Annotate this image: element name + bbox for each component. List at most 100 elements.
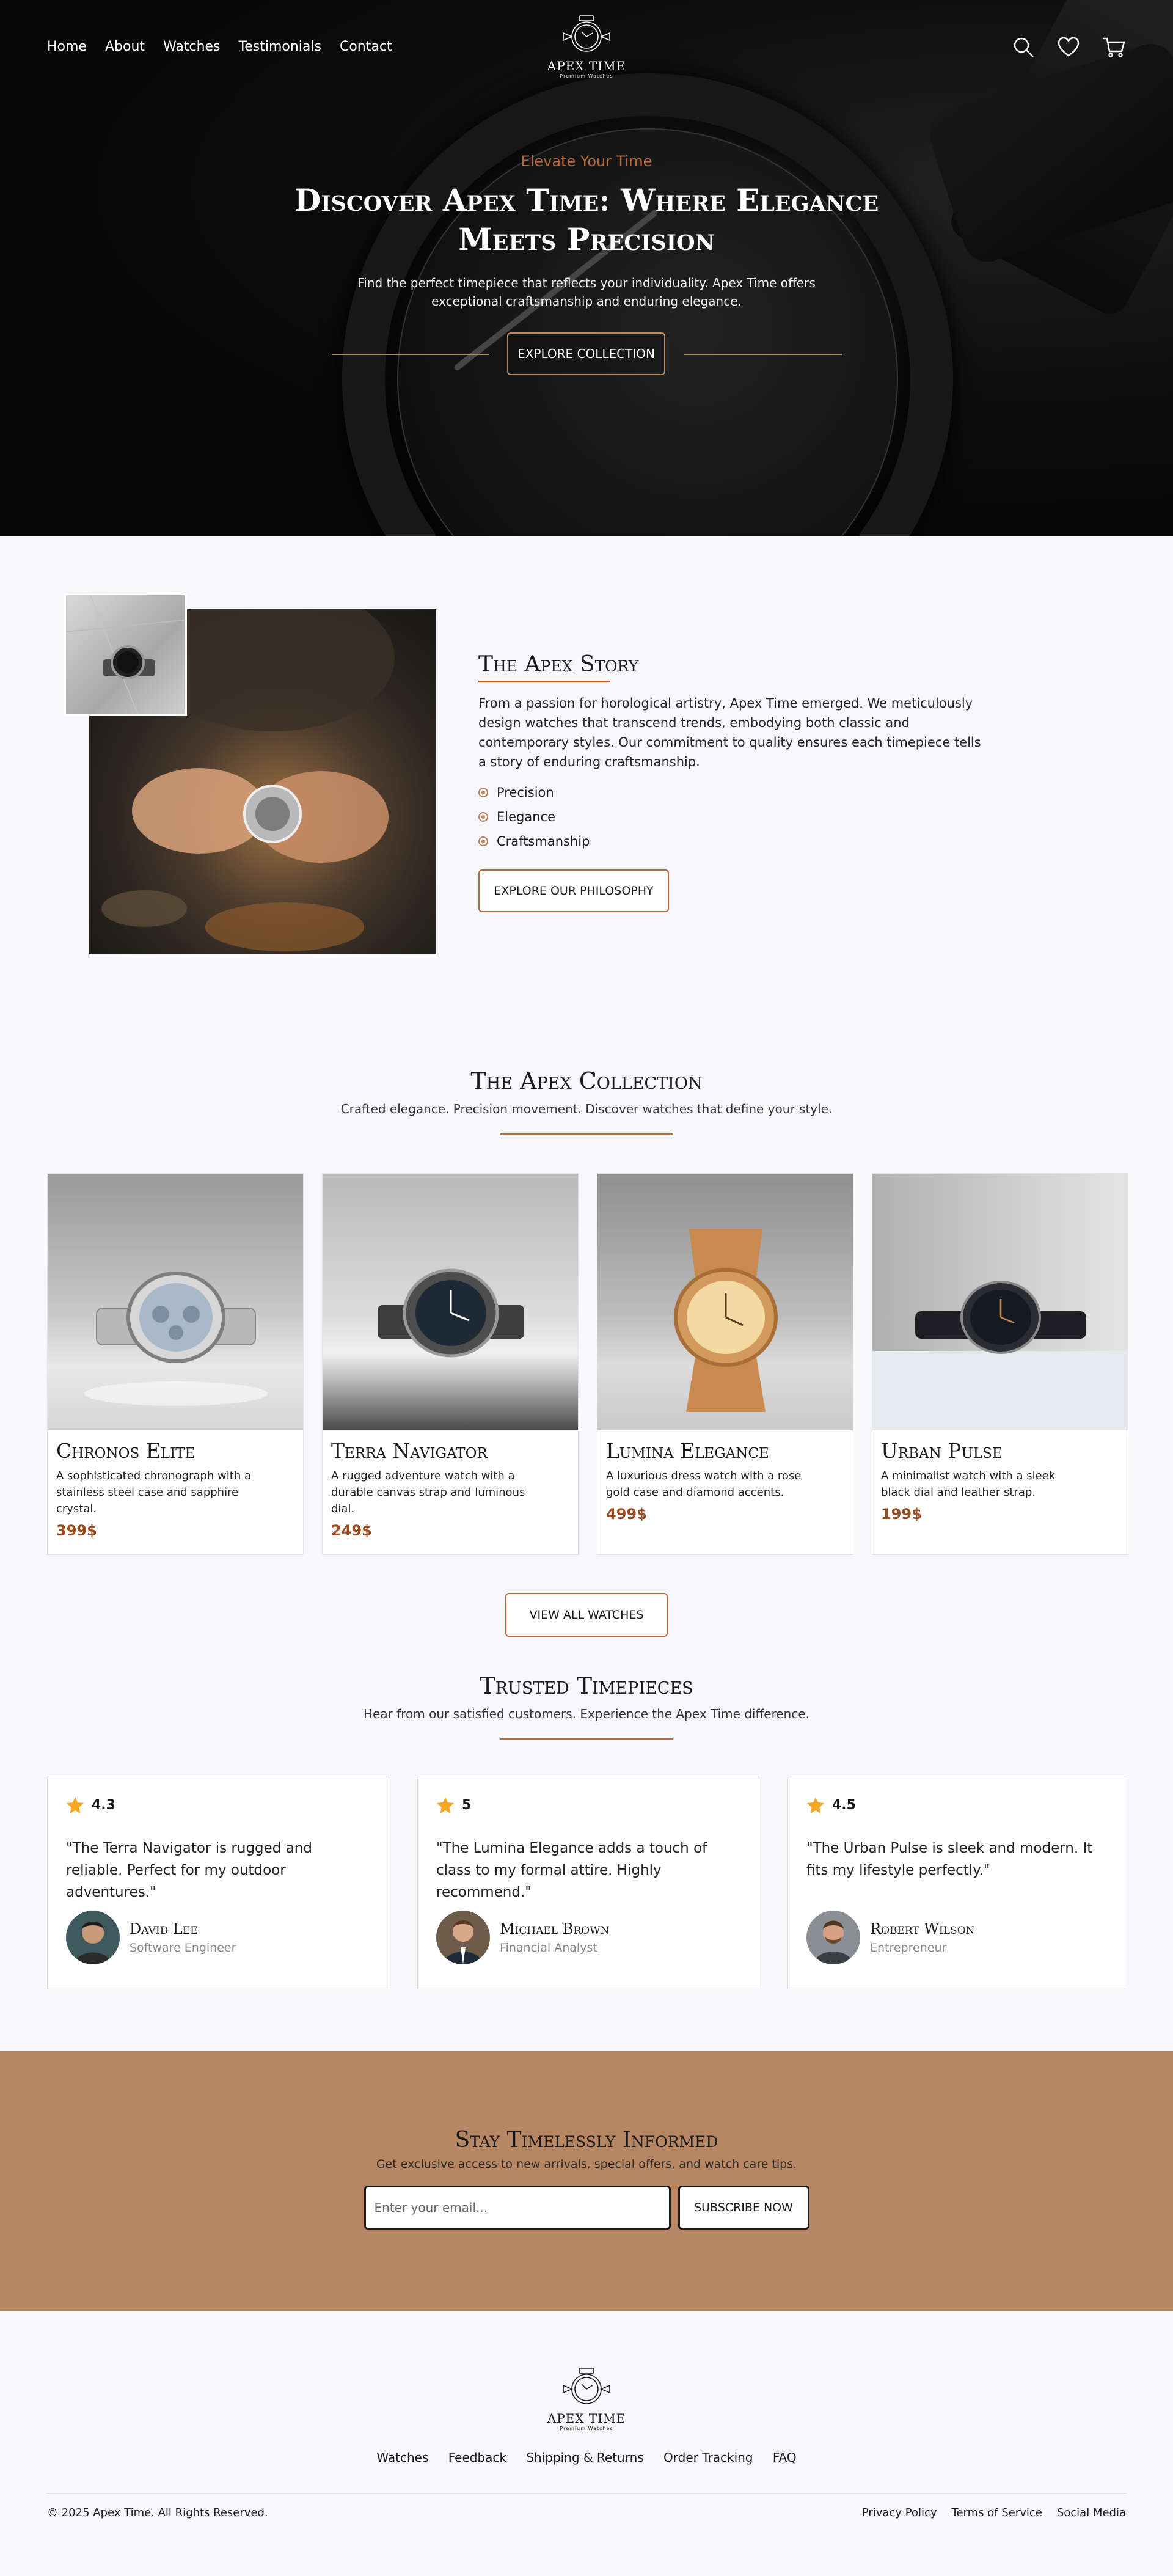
- rating-value: 4.3: [92, 1797, 115, 1813]
- hero-cta-divider-right: [684, 354, 842, 355]
- reviewer-role: Software Engineer: [130, 1941, 236, 1955]
- review-card: 4.5 "The Urban Pulse is sleek and modern…: [787, 1777, 1126, 1989]
- reviewer: David Lee Software Engineer: [66, 1911, 236, 1964]
- nav-link-testimonials[interactable]: Testimonials: [239, 39, 321, 54]
- watch-emblem-icon: [563, 15, 610, 52]
- search-icon[interactable]: [1012, 35, 1035, 59]
- story-values-list: Precision Elegance Craftsmanship: [478, 780, 992, 854]
- rating-value: 4.5: [832, 1797, 856, 1813]
- bullet-icon: [478, 788, 488, 797]
- reviewer-info: Michael Brown Financial Analyst: [500, 1920, 609, 1955]
- product-price: 249$: [331, 1522, 372, 1539]
- site-logo[interactable]: APEX TIME Premium Watches: [546, 15, 627, 79]
- footer-link-faq[interactable]: FAQ: [773, 2450, 797, 2465]
- explore-philosophy-button[interactable]: EXPLORE OUR PHILOSOPHY: [478, 869, 669, 912]
- logo-brand: APEX TIME: [547, 59, 626, 73]
- footer-logo[interactable]: APEX TIME Premium Watches: [546, 2367, 627, 2431]
- testimonials-header: Trusted Timepieces Hear from our satisfi…: [0, 1672, 1173, 1740]
- star-icon: [437, 1797, 454, 1813]
- nav-link-watches[interactable]: Watches: [163, 39, 221, 54]
- reviewer-role: Entrepreneur: [870, 1941, 947, 1955]
- footer-divider: [47, 2493, 1126, 2494]
- reviewer-info: David Lee Software Engineer: [130, 1920, 236, 1955]
- product-description: A minimalist watch with a sleek black di…: [881, 1469, 1056, 1499]
- gold-dress-watch-image: [674, 1229, 778, 1412]
- hero-cta-row: EXPLORE COLLECTION: [0, 332, 1173, 375]
- collection-section: The Apex Collection Crafted elegance. Pr…: [0, 1019, 1173, 1660]
- avatar: [806, 1911, 860, 1964]
- product-body: Terra Navigator A rugged adventure watch…: [323, 1430, 578, 1539]
- email-field[interactable]: [364, 2186, 671, 2230]
- product-image: [323, 1174, 578, 1430]
- cart-icon[interactable]: [1102, 35, 1125, 59]
- product-body: Chronos Elite A sophisticated chronograp…: [48, 1430, 303, 1539]
- star-icon: [67, 1797, 84, 1813]
- list-item: Elegance: [478, 805, 992, 829]
- star-icon: [807, 1797, 824, 1813]
- review-rating: 4.3: [66, 1796, 370, 1814]
- story-image-watch: [64, 593, 187, 716]
- testimonials-subtitle: Hear from our satisfied customers. Exper…: [364, 1707, 809, 1721]
- chronograph-watch-image: [84, 1272, 268, 1406]
- review-quote: "The Lumina Elegance adds a touch of cla…: [436, 1840, 707, 1900]
- hero-cta-divider-left: [332, 354, 489, 355]
- terms-link[interactable]: Terms of Service: [952, 2506, 1042, 2519]
- reviewer-name: Michael Brown: [500, 1920, 610, 1937]
- newsletter-section: Stay Timelessly Informed Get exclusive a…: [0, 2051, 1173, 2311]
- logo-tagline: Premium Watches: [560, 73, 613, 79]
- subscribe-button[interactable]: SUBSCRIBE NOW: [678, 2186, 809, 2230]
- footer-link-watches[interactable]: Watches: [376, 2450, 428, 2465]
- review-rating: 5: [436, 1796, 740, 1814]
- heart-icon[interactable]: [1057, 35, 1080, 59]
- product-name: Terra Navigator: [331, 1439, 488, 1463]
- nav-link-contact[interactable]: Contact: [340, 39, 392, 54]
- reviewer-name: David Lee: [130, 1920, 198, 1937]
- hero-title-line1: Discover Apex Time: Where Elegance: [294, 182, 879, 218]
- watch-emblem-icon: [563, 2368, 610, 2404]
- product-price: 499$: [606, 1506, 647, 1523]
- story-body: From a passion for horological artistry,…: [478, 696, 981, 769]
- bullet-icon: [478, 812, 488, 822]
- product-name: Lumina Elegance: [606, 1439, 769, 1463]
- view-all-watches-button[interactable]: VIEW ALL WATCHES: [505, 1593, 668, 1637]
- list-item: Precision: [478, 780, 992, 805]
- nav-link-about[interactable]: About: [105, 39, 145, 54]
- story-section: The Apex Story From a passion for horolo…: [0, 536, 1173, 1019]
- footer-links: Watches Feedback Shipping & Returns Orde…: [0, 2450, 1173, 2465]
- newsletter-title: Stay Timelessly Informed: [455, 2128, 718, 2153]
- product-image: [872, 1174, 1128, 1430]
- product-card[interactable]: Chronos Elite A sophisticated chronograp…: [47, 1173, 304, 1555]
- reviewer-role: Financial Analyst: [500, 1941, 597, 1955]
- reviews-carousel[interactable]: 4.3 "The Terra Navigator is rugged and r…: [47, 1777, 1126, 1989]
- newsletter-form: SUBSCRIBE NOW: [0, 2186, 1173, 2230]
- story-value-label: Elegance: [497, 810, 555, 824]
- testimonials-underline: [500, 1738, 673, 1740]
- testimonials-title: Trusted Timepieces: [480, 1672, 693, 1699]
- nav-link-home[interactable]: Home: [47, 39, 87, 54]
- product-image: [597, 1174, 853, 1430]
- watch-on-marble-image: [66, 595, 185, 714]
- story-title: The Apex Story: [478, 652, 639, 677]
- top-nav: Home About Watches Testimonials Contact …: [0, 0, 1173, 98]
- testimonials-section: Trusted Timepieces Hear from our satisfi…: [0, 1660, 1173, 2051]
- bullet-icon: [478, 836, 488, 846]
- avatar: [66, 1911, 120, 1964]
- explore-collection-button[interactable]: EXPLORE COLLECTION: [507, 332, 665, 375]
- product-description: A rugged adventure watch with a durable …: [331, 1469, 525, 1515]
- footer-link-shipping[interactable]: Shipping & Returns: [526, 2450, 643, 2465]
- product-card[interactable]: Terra Navigator A rugged adventure watch…: [322, 1173, 579, 1555]
- reviewer-info: Robert Wilson Entrepreneur: [870, 1920, 975, 1955]
- review-rating: 4.5: [806, 1796, 1111, 1814]
- review-quote: "The Urban Pulse is sleek and modern. It…: [806, 1840, 1093, 1878]
- product-card[interactable]: Lumina Elegance A luxurious dress watch …: [597, 1173, 853, 1555]
- copyright: © 2025 Apex Time. All Rights Reserved.: [47, 2506, 268, 2519]
- adventure-watch-image: [378, 1268, 524, 1358]
- reviewer: Robert Wilson Entrepreneur: [806, 1911, 975, 1964]
- rating-value: 5: [462, 1797, 472, 1813]
- story-value-label: Craftsmanship: [497, 834, 590, 849]
- product-card[interactable]: Urban Pulse A minimalist watch with a sl…: [872, 1173, 1128, 1555]
- social-media-link[interactable]: Social Media: [1057, 2506, 1126, 2519]
- footer-link-feedback[interactable]: Feedback: [448, 2450, 506, 2465]
- privacy-policy-link[interactable]: Privacy Policy: [862, 2506, 937, 2519]
- footer-link-order-tracking[interactable]: Order Tracking: [663, 2450, 753, 2465]
